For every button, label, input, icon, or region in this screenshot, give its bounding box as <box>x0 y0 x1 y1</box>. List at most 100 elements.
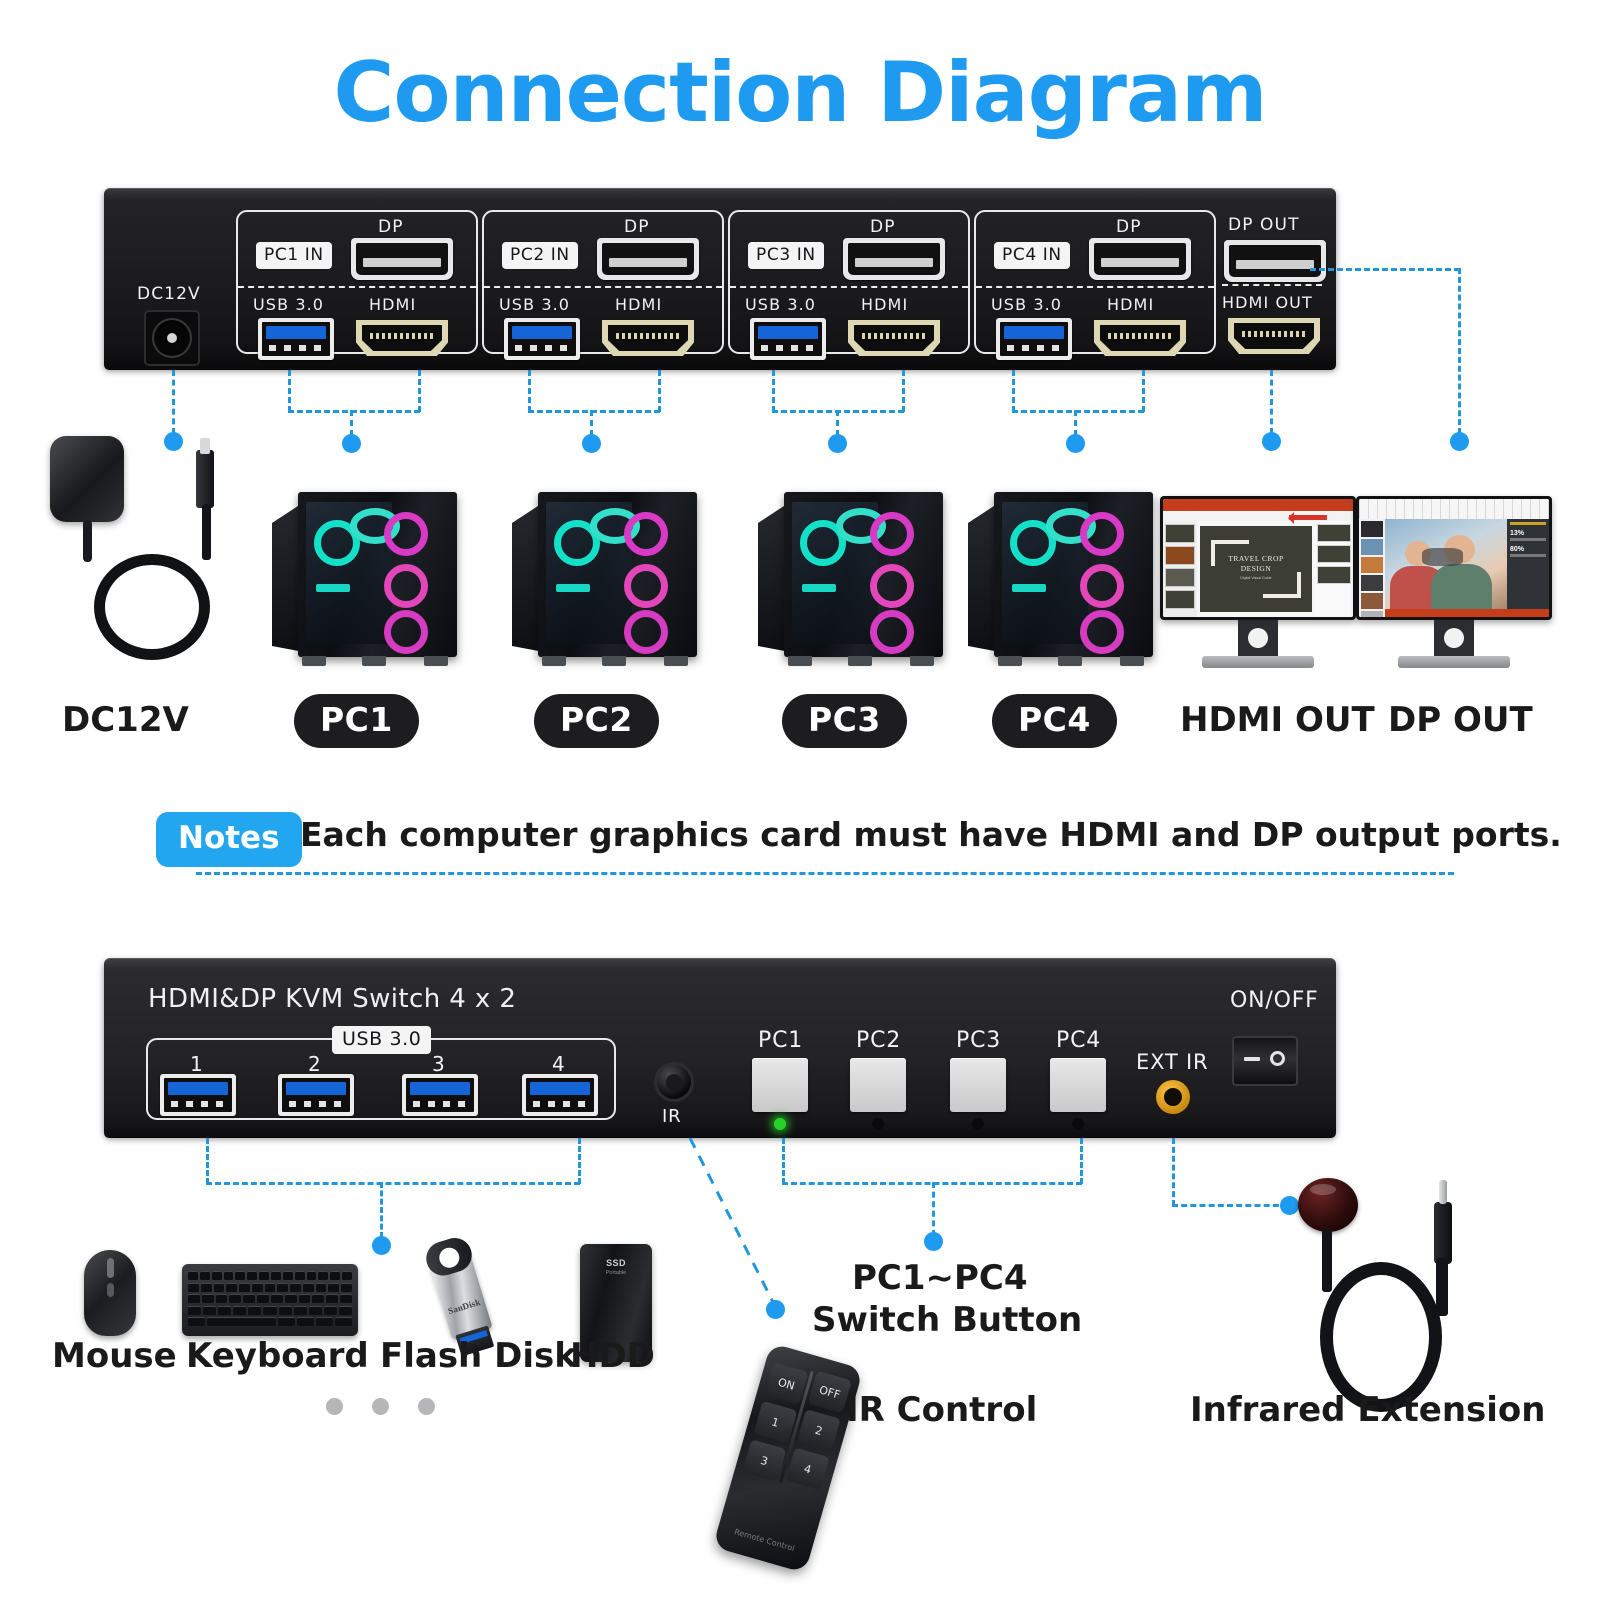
ppt-workspace: TRAVEL CROP DESIGN Digital Visual Guide <box>1163 521 1353 617</box>
pc-tower-2 <box>512 484 697 666</box>
front-usb-badge: USB 3.0 <box>332 1026 432 1054</box>
pc3-switch-button[interactable] <box>950 1058 1006 1112</box>
pc2-switch-button[interactable] <box>850 1058 906 1112</box>
ext-ir-jack[interactable] <box>1156 1080 1190 1114</box>
label-flash-disk: Flash Disk <box>380 1336 577 1376</box>
hdmi-port-pc1[interactable] <box>356 320 448 356</box>
front-usb-port-3[interactable] <box>402 1074 478 1116</box>
usb-port-pc2[interactable] <box>504 318 580 360</box>
hdmi-out-port[interactable] <box>1228 318 1320 354</box>
dp-port-pc3[interactable] <box>843 238 945 280</box>
hdmi-label-pc1: HDMI <box>369 295 417 314</box>
connector-hdmi3 <box>902 370 905 412</box>
monitor-screen: TRAVEL CROP DESIGN Digital Visual Guide <box>1163 499 1353 617</box>
hdmi-port-pc4[interactable] <box>1094 320 1186 356</box>
connector-usb3 <box>772 370 775 412</box>
remote-key-2[interactable]: 2 <box>796 1409 841 1452</box>
label-pc1: PC1 <box>294 694 419 748</box>
pc2-button-label: PC2 <box>856 1028 902 1053</box>
group-divider <box>730 286 968 288</box>
dp-port-pc2[interactable] <box>597 238 699 280</box>
power-switch-label: ON/OFF <box>1230 988 1319 1013</box>
connector-dot-pc2 <box>582 434 601 453</box>
connector-usb2 <box>528 370 531 412</box>
label-switch-button-line2: Switch Button <box>812 1300 1083 1340</box>
hdmi-port-pc3[interactable] <box>848 320 940 356</box>
usb-port-pc3[interactable] <box>750 318 826 360</box>
notes-text: Each computer graphics card must have HD… <box>300 815 1562 854</box>
monitor-neck <box>1238 620 1278 660</box>
connector-dot-dp-out <box>1450 432 1469 451</box>
flash-brand-label: SanDisk <box>446 1296 482 1317</box>
ppt-slide-rail <box>1163 521 1197 617</box>
rear-dc12v-label: DC12V <box>137 284 201 304</box>
keyboard-device <box>182 1264 358 1336</box>
front-usb-port-4[interactable] <box>522 1074 598 1116</box>
dc12v-jack[interactable] <box>144 310 200 366</box>
adapter-plug-tip <box>200 438 210 454</box>
pc4-status-led <box>1072 1118 1084 1130</box>
dp-out-port[interactable] <box>1224 240 1326 282</box>
ext-ir-label: EXT IR <box>1136 1050 1209 1074</box>
rear-group-pc2: DP PC2 IN USB 3.0 HDMI <box>482 210 724 360</box>
adapter-barrel-plug <box>196 450 214 508</box>
ir-receiver-jack[interactable] <box>654 1062 694 1102</box>
remote-footer-label: Remote Control <box>733 1527 796 1554</box>
connector-ir-remote <box>684 1137 804 1314</box>
usb-number-4: 4 <box>552 1052 565 1076</box>
label-hdmi-out: HDMI OUT <box>1180 700 1375 740</box>
usb-label-pc4: USB 3.0 <box>991 295 1063 314</box>
connector-drop3 <box>836 410 839 436</box>
label-infrared-extension: Infrared Extension <box>1190 1390 1546 1430</box>
connector-usb-merge <box>206 1182 580 1185</box>
monitor-hdmi-out: TRAVEL CROP DESIGN Digital Visual Guide <box>1160 496 1356 674</box>
pc3-status-led <box>972 1118 984 1130</box>
connector-merge1 <box>288 410 420 413</box>
pc1-switch-button[interactable] <box>752 1058 808 1112</box>
hdmi-port-pc2[interactable] <box>602 320 694 356</box>
group-divider <box>238 286 476 288</box>
pc2-in-tag: PC2 IN <box>502 242 578 269</box>
label-ir-control: IR Control <box>846 1390 1038 1430</box>
power-switch[interactable] <box>1232 1036 1298 1086</box>
doc-stats-pane: 13% 80% <box>1507 519 1549 617</box>
doc-stat-2: 80% <box>1510 546 1525 553</box>
connector-dc12v <box>172 370 175 434</box>
pc3-in-tag: PC3 IN <box>748 242 824 269</box>
front-usb-port-2[interactable] <box>278 1074 354 1116</box>
remote-key-4[interactable]: 4 <box>785 1447 830 1491</box>
monitor-dp-out: 13% 80% <box>1356 496 1552 674</box>
kvm-rear-panel: DC12V DP PC1 IN USB 3.0 HDMI DP PC2 IN U… <box>104 188 1336 368</box>
label-pc3: PC3 <box>782 694 907 748</box>
pagination-dot-2[interactable] <box>372 1398 389 1415</box>
pagination-dot-1[interactable] <box>326 1398 343 1415</box>
notes-badge: Notes <box>156 812 302 867</box>
connector-drop1 <box>350 410 353 436</box>
ppt-designer-pane <box>1315 521 1353 617</box>
connector-usb-drop <box>380 1182 383 1238</box>
usb-port-pc4[interactable] <box>996 318 1072 360</box>
dp-port-pc1[interactable] <box>351 238 453 280</box>
connector-usb1 <box>288 370 291 412</box>
pc4-switch-button[interactable] <box>1050 1058 1106 1112</box>
pc2-status-led <box>872 1118 884 1130</box>
connector-merge4 <box>1012 410 1144 413</box>
label-dc12v: DC12V <box>62 700 189 740</box>
connector-usb4 <box>1012 370 1015 412</box>
usb-port-pc1[interactable] <box>258 318 334 360</box>
dp-label-pc4: DP <box>1116 217 1142 237</box>
page-title: Connection Diagram <box>333 44 1268 141</box>
adapter-cable <box>202 504 211 560</box>
doc-statusbar <box>1385 609 1549 617</box>
output-divider <box>1222 284 1322 286</box>
connector-drop4 <box>1074 410 1077 436</box>
monitor-base <box>1202 656 1314 668</box>
pc3-button-label: PC3 <box>956 1028 1002 1053</box>
front-usb-port-1[interactable] <box>160 1074 236 1116</box>
dp-port-pc4[interactable] <box>1089 238 1191 280</box>
monitor-screen: 13% 80% <box>1359 499 1549 617</box>
ir-ext-35mm-plug <box>1434 1180 1452 1264</box>
connector-dp-out-h <box>1310 268 1460 271</box>
pagination-dot-3[interactable] <box>418 1398 435 1415</box>
pc1-button-label: PC1 <box>758 1028 804 1053</box>
